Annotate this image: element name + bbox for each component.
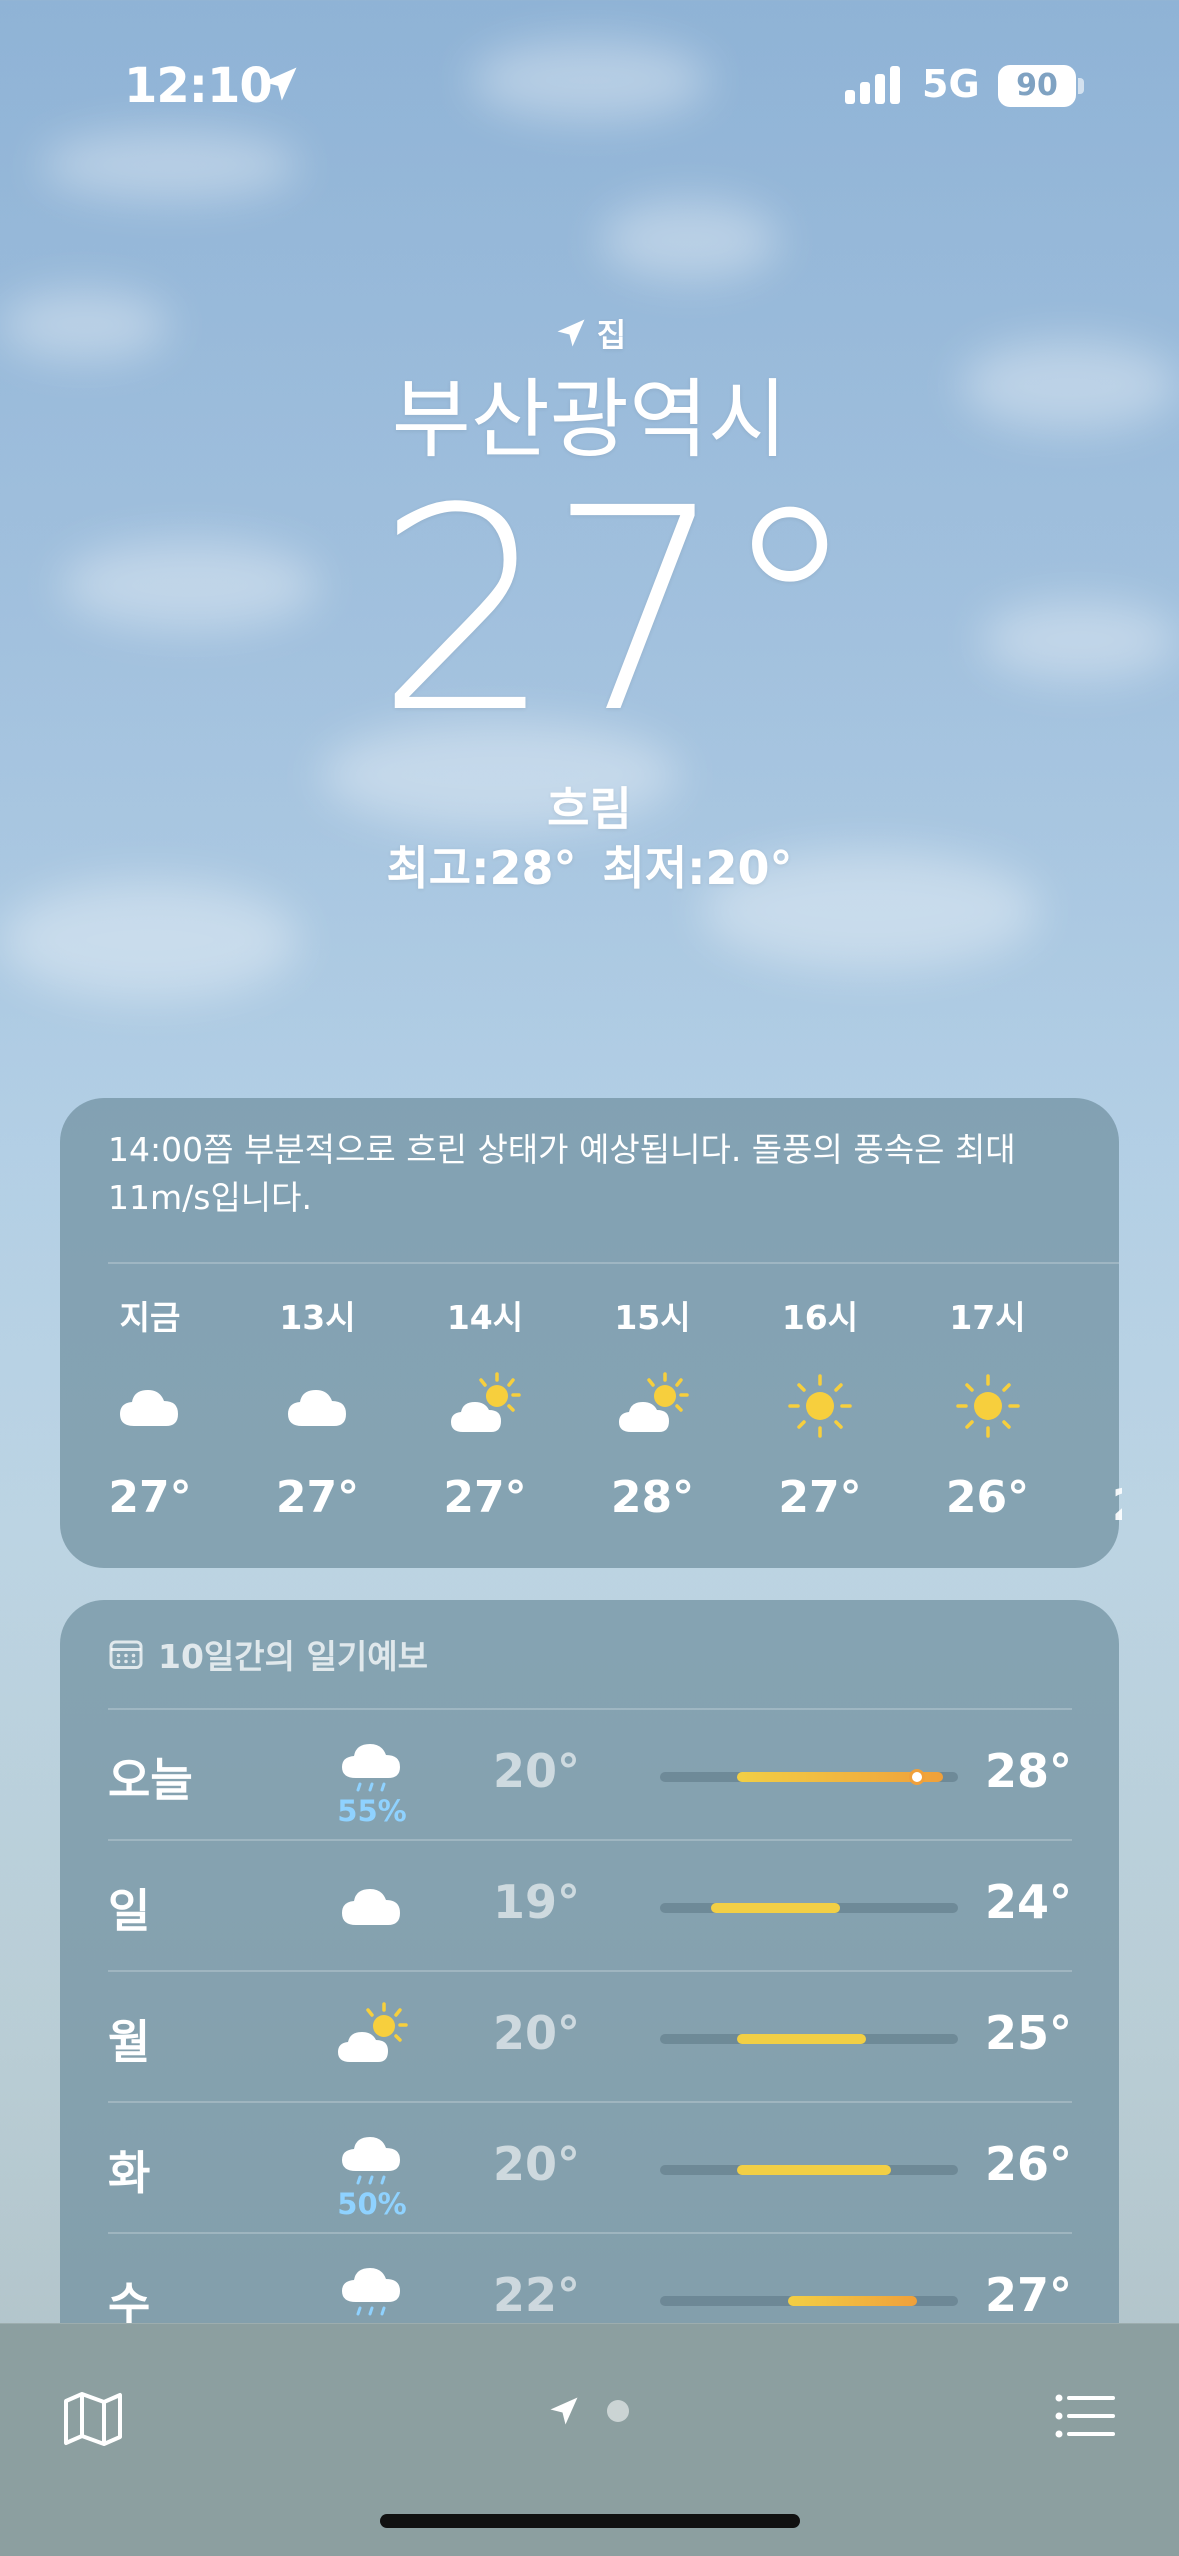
low-temp: 최저:20° [602, 841, 793, 895]
partly-sunny-icon [618, 1372, 689, 1432]
day-row[interactable]: 월 20° 25° [108, 1970, 1072, 2100]
hour-label: 지금 [119, 1298, 181, 1337]
hour-item: 13시 27° [258, 1298, 378, 1524]
hour-item: 16시 27° [760, 1298, 880, 1524]
hour-temp: 27° [275, 1472, 360, 1523]
ten-day-forecast-card[interactable]: 10일간의 일기예보 오늘 55% 20° 28° 일 19° 24° 월 20° 25° 화 50%… [60, 1600, 1119, 2400]
battery-tip [1078, 78, 1084, 94]
cloud-icon [120, 1390, 178, 1426]
temp-range-bar [660, 1903, 958, 1913]
divider [108, 1839, 1072, 1841]
current-weather: 집 부산광역시 27° 흐림 최고:28° 최저:20° [0, 310, 1179, 896]
location-arrow-icon [557, 319, 585, 347]
day-label: 월 [108, 2015, 151, 2069]
sun-icon [955, 1374, 1020, 1438]
hour-label: 15시 [614, 1298, 691, 1337]
calendar-icon [109, 1640, 143, 1669]
current-temperature: 27° [375, 449, 859, 775]
temp-range-fill [788, 2296, 917, 2306]
hourly-scroll[interactable]: 지금 27° 13시 27° 14시 27° 15시 28° 16시 27° 17시 26° [60, 1298, 1119, 1548]
hour-item: 지금 27° [90, 1298, 210, 1524]
current-location-page-icon[interactable] [546, 2393, 582, 2429]
location-arrow-icon [263, 67, 297, 101]
hour-temp: 26° [945, 1472, 1030, 1523]
divider [108, 1970, 1072, 1972]
low-temp: 22° [492, 2268, 580, 2322]
sun-icon [788, 1374, 852, 1438]
high-temp: 최고:28° [386, 841, 577, 895]
network-label: 5G [922, 62, 980, 106]
hour-label: 17시 [949, 1298, 1026, 1337]
hour-label: 13시 [279, 1298, 356, 1337]
status-time: 12:10 [124, 58, 273, 114]
current-temp-dot [908, 1769, 925, 1785]
divider [108, 1708, 1072, 1710]
ten-day-title: 10일간의 일기예보 [158, 1637, 428, 1676]
hour-item: 14시 27° [425, 1298, 545, 1524]
hour-temp: 27° [108, 1472, 192, 1523]
hour-temp: 28° [610, 1472, 695, 1523]
day-label: 화 [108, 2146, 151, 2200]
cloud-icon [287, 1390, 346, 1426]
temp-range-bar [660, 2165, 958, 2175]
page-indicator-dot[interactable] [607, 2400, 629, 2422]
temp-range-bar [660, 2296, 958, 2306]
divider [108, 1262, 1119, 1264]
temp-range-bar [660, 1769, 958, 1785]
hour-label: 14시 [446, 1298, 524, 1337]
list-icon[interactable] [1055, 2392, 1115, 2440]
signal-icon [845, 66, 900, 104]
high-temp: 28° [984, 1744, 1072, 1798]
home-location-row: 집 [0, 310, 1179, 356]
day-label: 일 [108, 1884, 151, 1938]
hourly-forecast-card[interactable]: 14:00쯤 부분적으로 흐린 상태가 예상됩니다. 돌풍의 풍속은 최대 11… [60, 1098, 1119, 1568]
temp-range-fill [711, 1903, 840, 1913]
day-row[interactable]: 화 50% 20° 26° [108, 2101, 1072, 2231]
home-label: 집 [596, 316, 627, 354]
low-temp: 20° [492, 2006, 580, 2060]
hourly-summary: 14:00쯤 부분적으로 흐린 상태가 예상됩니다. 돌풍의 풍속은 최대 11… [108, 1130, 1016, 1217]
high-temp: 26° [984, 2137, 1072, 2191]
high-temp: 27° [984, 2268, 1072, 2322]
high-temp: 25° [984, 2006, 1072, 2060]
status-bar: 12:10 5G 90 [0, 0, 1179, 150]
high-low: 최고:28° 최저:20° [0, 840, 1179, 896]
precipitation-chance: 55% [337, 1794, 407, 1828]
hour-label: 16시 [781, 1298, 859, 1337]
hour-temp: 27° [443, 1472, 527, 1523]
day-row[interactable]: 일 19° 24° [108, 1839, 1072, 1969]
current-condition: 흐림 [547, 782, 632, 836]
hour-item: 17시 26° [928, 1298, 1048, 1524]
temp-range-bar [660, 2034, 958, 2044]
low-temp: 20° [492, 2137, 580, 2191]
hour-temp: 27° [778, 1472, 862, 1523]
temp-range-fill [737, 2165, 892, 2175]
map-icon[interactable] [62, 2389, 124, 2447]
low-temp: 20° [492, 1744, 580, 1798]
hourly-peek-temp: 2 [1112, 1480, 1122, 1531]
ten-day-header: 10일간의 일기예보 [108, 1630, 428, 1678]
divider [108, 2232, 1072, 2234]
day-label: 오늘 [108, 1753, 193, 1807]
day-row[interactable]: 오늘 55% 20° 28° [108, 1708, 1072, 1838]
hour-item: 15시 28° [593, 1298, 713, 1524]
temp-range-fill [737, 2034, 866, 2044]
precipitation-chance: 50% [337, 2187, 407, 2221]
divider [108, 2101, 1072, 2103]
low-temp: 19° [492, 1875, 580, 1929]
home-indicator[interactable] [380, 2514, 800, 2528]
partly-sunny-icon [451, 1372, 521, 1432]
high-temp: 24° [984, 1875, 1072, 1929]
battery-icon: 90 [998, 65, 1076, 107]
